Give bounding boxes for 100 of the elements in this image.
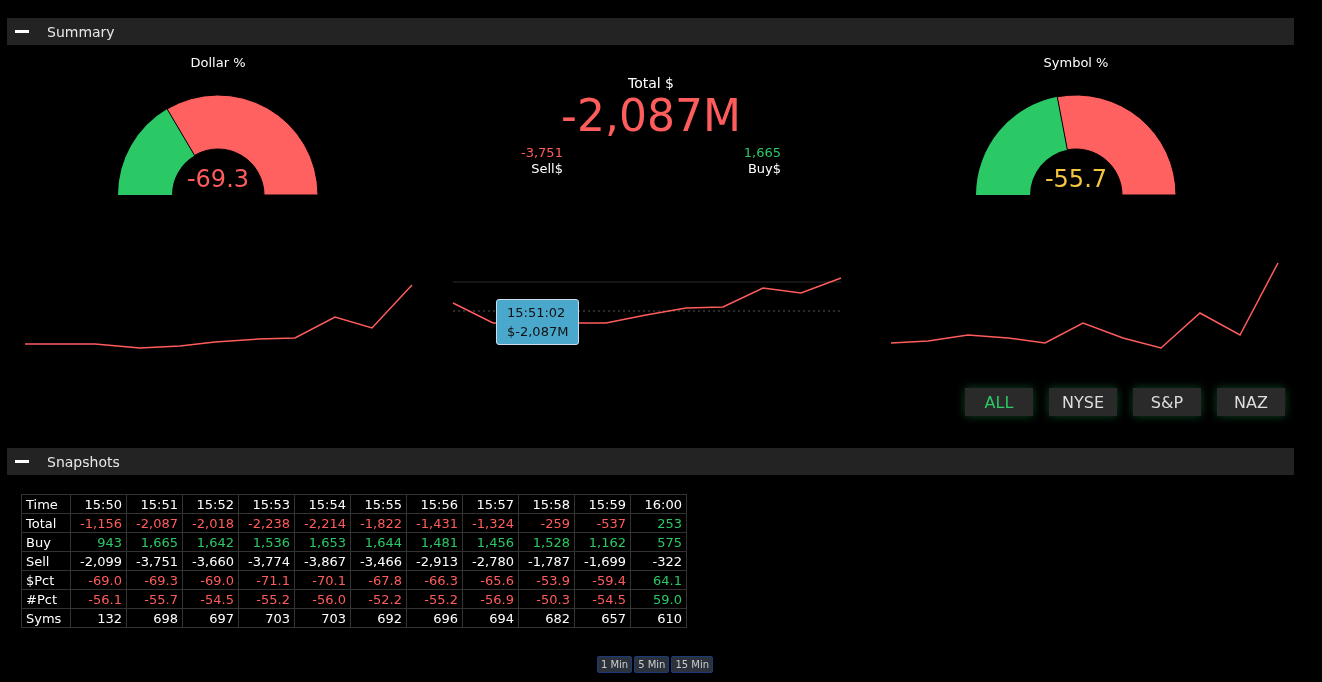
table-cell: 1,456 — [462, 532, 519, 552]
interval-button[interactable]: 5 Min — [634, 656, 670, 673]
table-cell: -52.2 — [350, 589, 407, 609]
sell-value: -3,751 — [521, 145, 563, 161]
column-header: 15:50 — [70, 494, 127, 514]
table-cell: -55.2 — [406, 589, 463, 609]
table-cell: 132 — [70, 608, 127, 628]
table-cell: -1,156 — [70, 513, 127, 533]
table-cell: 703 — [294, 608, 351, 628]
table-cell: -59.4 — [574, 570, 631, 590]
table-cell: -66.3 — [406, 570, 463, 590]
tooltip-value: $-2,087M — [507, 323, 569, 341]
row-header: Total — [21, 513, 71, 533]
table-cell: -259 — [518, 513, 575, 533]
table-cell: -67.8 — [350, 570, 407, 590]
table-cell: -54.5 — [574, 589, 631, 609]
column-header: 15:57 — [462, 494, 519, 514]
table-cell: -2,238 — [238, 513, 295, 533]
table-cell: -69.0 — [182, 570, 239, 590]
table-cell: 1,644 — [350, 532, 407, 552]
table-cell: -1,787 — [518, 551, 575, 571]
table-cell: -1,699 — [574, 551, 631, 571]
table-cell: -55.7 — [126, 589, 183, 609]
exchange-button[interactable]: ALL — [965, 388, 1033, 416]
table-cell: -2,214 — [294, 513, 351, 533]
table-cell: -1,431 — [406, 513, 463, 533]
table-cell: 1,665 — [126, 532, 183, 552]
table-cell: 575 — [630, 532, 687, 552]
table-cell: 696 — [406, 608, 463, 628]
buy-label: Buy$ — [747, 161, 781, 177]
column-header: 15:59 — [574, 494, 631, 514]
interval-button[interactable]: 15 Min — [671, 656, 714, 673]
table-cell: 697 — [182, 608, 239, 628]
row-header: Sell — [21, 551, 71, 571]
table-cell: -537 — [574, 513, 631, 533]
table-cell: -3,751 — [126, 551, 183, 571]
table-cell: -2,780 — [462, 551, 519, 571]
row-header: #Pct — [21, 589, 71, 609]
row-header: Buy — [21, 532, 71, 552]
table-cell: -2,099 — [70, 551, 127, 571]
table-cell: -53.9 — [518, 570, 575, 590]
section-title: Snapshots — [47, 453, 120, 470]
table-cell: 703 — [238, 608, 295, 628]
collapse-icon[interactable] — [15, 460, 29, 463]
exchange-button[interactable]: S&P — [1133, 388, 1201, 416]
table-cell: 1,536 — [238, 532, 295, 552]
row-header: Syms — [21, 608, 71, 628]
column-header: 15:54 — [294, 494, 351, 514]
table-cell: 1,481 — [406, 532, 463, 552]
section-header[interactable]: Summary — [7, 18, 1294, 45]
column-header: 15:55 — [350, 494, 407, 514]
table-cell: -322 — [630, 551, 687, 571]
table-cell: -70.1 — [294, 570, 351, 590]
table-cell: 943 — [70, 532, 127, 552]
table-cell: -3,774 — [238, 551, 295, 571]
column-header: 15:56 — [406, 494, 463, 514]
column-header: 15:58 — [518, 494, 575, 514]
exchange-button[interactable]: NAZ — [1217, 388, 1285, 416]
table-cell: 610 — [630, 608, 687, 628]
table-cell: 692 — [350, 608, 407, 628]
table-cell: -56.9 — [462, 589, 519, 609]
table-cell: -2,087 — [126, 513, 183, 533]
column-header: 16:00 — [630, 494, 687, 514]
table-cell: 694 — [462, 608, 519, 628]
column-header: 15:53 — [238, 494, 295, 514]
table-cell: -3,867 — [294, 551, 351, 571]
table-cell: 657 — [574, 608, 631, 628]
column-header: Time — [21, 494, 71, 514]
table-cell: 253 — [630, 513, 687, 533]
exchange-button[interactable]: NYSE — [1049, 388, 1117, 416]
table-cell: -1,324 — [462, 513, 519, 533]
table-cell: -65.6 — [462, 570, 519, 590]
table-cell: 698 — [126, 608, 183, 628]
table-cell: 1,528 — [518, 532, 575, 552]
sell-label: Sell$ — [531, 161, 563, 177]
table-cell: -3,660 — [182, 551, 239, 571]
total-value: -2,087M — [561, 91, 741, 141]
column-header: 15:51 — [126, 494, 183, 514]
table-cell: -1,822 — [350, 513, 407, 533]
table-cell: -56.1 — [70, 589, 127, 609]
table-cell: 1,642 — [182, 532, 239, 552]
table-cell: 59.0 — [630, 589, 687, 609]
collapse-icon[interactable] — [15, 30, 29, 33]
gauge-title: Symbol % — [1043, 55, 1109, 70]
section-title: Summary — [47, 23, 115, 40]
table-cell: 682 — [518, 608, 575, 628]
table-cell: -69.3 — [126, 570, 183, 590]
section-header[interactable]: Snapshots — [7, 448, 1294, 475]
gauge-value: -55.7 — [1043, 165, 1109, 193]
table-cell: -54.5 — [182, 589, 239, 609]
tooltip-time: 15:51:02 — [507, 304, 567, 322]
table-cell: 1,653 — [294, 532, 351, 552]
table-cell: -2,018 — [182, 513, 239, 533]
table-cell: -69.0 — [70, 570, 127, 590]
table-cell: -71.1 — [238, 570, 295, 590]
column-header: 15:52 — [182, 494, 239, 514]
gauge-title: Dollar % — [190, 55, 246, 70]
table-cell: -55.2 — [238, 589, 295, 609]
table-cell: 1,162 — [574, 532, 631, 552]
interval-button[interactable]: 1 Min — [596, 656, 633, 673]
